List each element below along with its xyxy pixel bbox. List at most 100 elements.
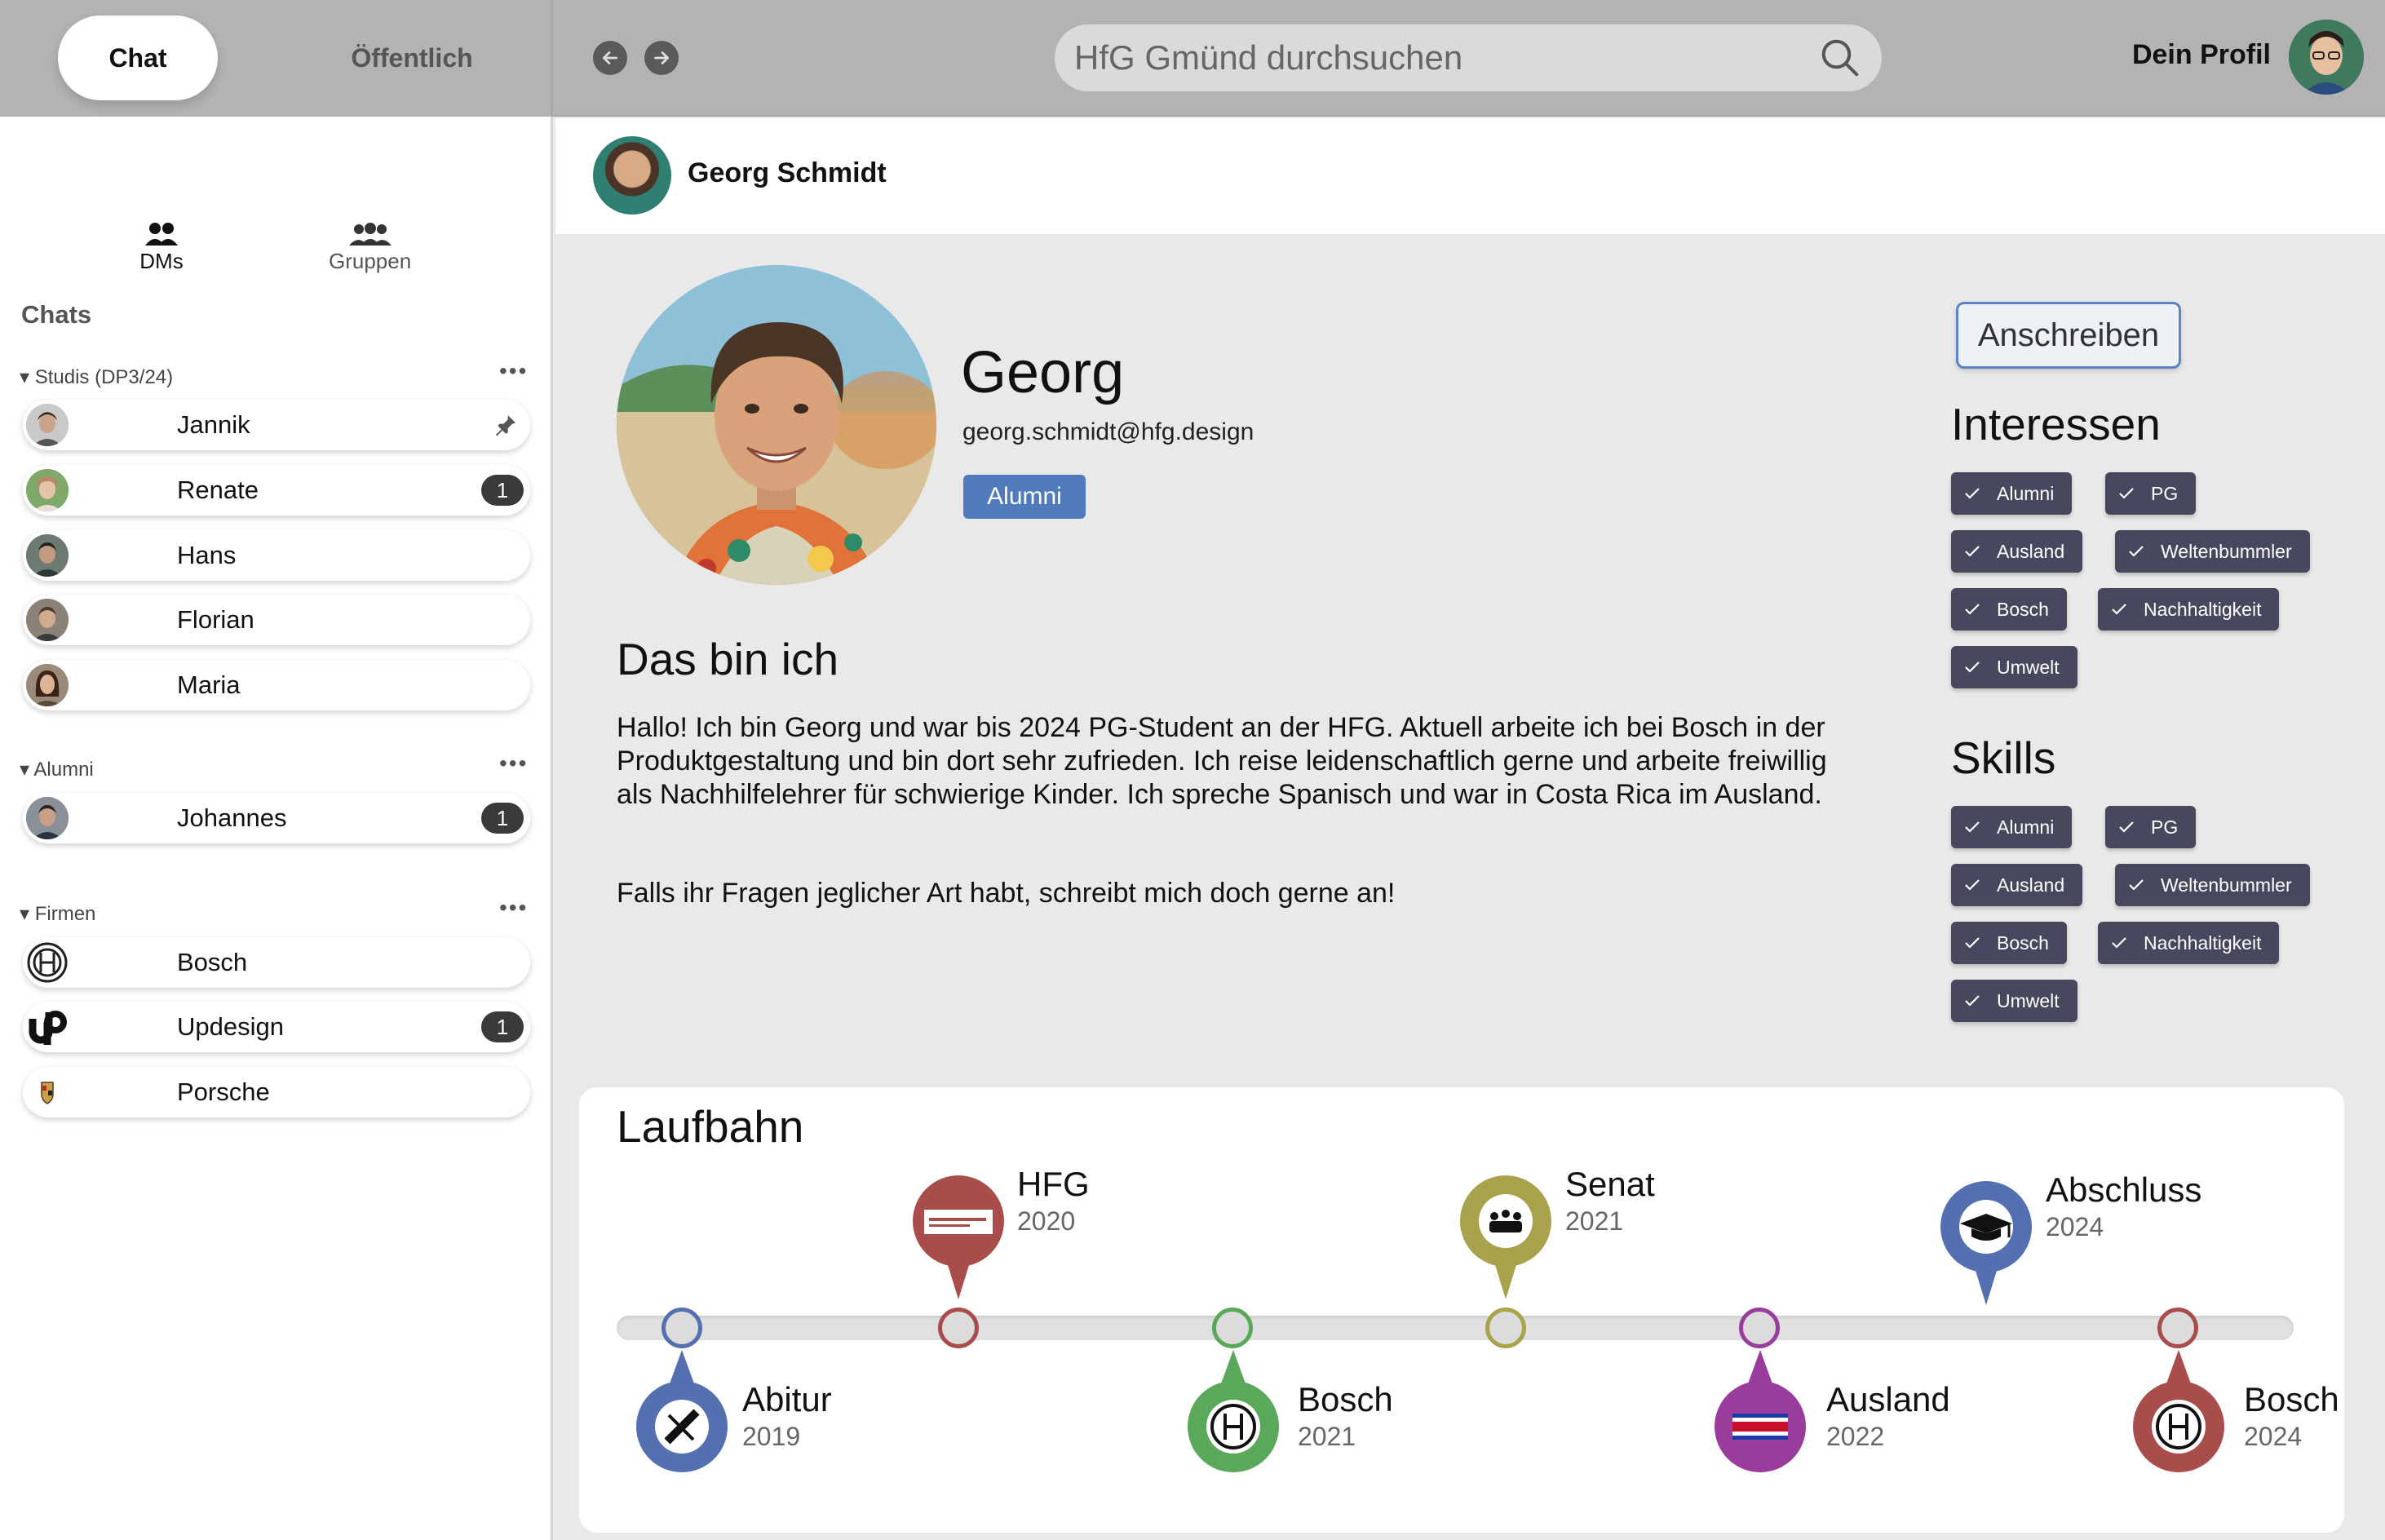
chat-item-porsche[interactable]: Porsche	[23, 1067, 530, 1117]
contact-avatar[interactable]	[593, 136, 671, 215]
interest-tag[interactable]: Umwelt	[1951, 646, 2077, 688]
tab-public[interactable]: Öffentlich	[318, 15, 506, 100]
skill-tag[interactable]: Alumni	[1951, 806, 2073, 848]
timeline-dot[interactable]	[938, 1308, 979, 1348]
event-label: Abschluss	[2046, 1170, 2202, 1209]
timeline-dot[interactable]	[662, 1308, 702, 1348]
search-icon[interactable]	[1818, 36, 1862, 80]
write-message-button[interactable]: Anschreiben	[1956, 302, 2181, 369]
event-label: Senat	[1565, 1165, 1655, 1203]
pin-icon[interactable]	[493, 412, 519, 438]
timeline-marker-senat[interactable]	[1460, 1175, 1551, 1299]
about-text-2: Falls ihr Fragen jeglicher Art habt, sch…	[617, 878, 1396, 909]
timeline-marker-abitur[interactable]	[636, 1350, 728, 1472]
sidebar: DMs Gruppen Chats ▾ Studis (DP3/24) ••• …	[0, 117, 553, 1540]
tab-dms[interactable]: DMs	[139, 221, 184, 274]
chat-item-maria[interactable]: Maria	[23, 660, 530, 710]
interest-tag[interactable]: Ausland	[1951, 530, 2083, 573]
timeline-marker-hfg[interactable]	[913, 1175, 1004, 1299]
check-icon	[2129, 879, 2144, 891]
skill-tag[interactable]: Umwelt	[1951, 980, 2077, 1022]
tab-groups[interactable]: Gruppen	[329, 221, 411, 274]
timeline-marker-abschluss[interactable]	[1940, 1181, 2032, 1305]
chat-item-florian[interactable]: Florian	[23, 595, 530, 645]
tag-label: Bosch	[1997, 932, 2049, 954]
chat-name: Maria	[177, 670, 241, 699]
unread-badge: 1	[481, 803, 524, 834]
chat-item-bosch[interactable]: Bosch	[23, 937, 530, 988]
skill-tag[interactable]: PG	[2105, 806, 2197, 848]
chat-item-updesign[interactable]: Updesign 1	[23, 1002, 530, 1052]
skill-tag[interactable]: Weltenbummler	[2115, 864, 2310, 906]
event-label: Bosch	[1298, 1380, 1393, 1418]
event-year: 2022	[1826, 1422, 1885, 1451]
tab-groups-label: Gruppen	[329, 249, 412, 273]
timeline-dot[interactable]	[1739, 1308, 1780, 1348]
bosch-logo-icon	[26, 941, 69, 984]
interest-tag[interactable]: Alumni	[1951, 472, 2073, 515]
group-title: Firmen	[34, 903, 96, 925]
chat-item-jannik[interactable]: Jannik	[23, 400, 530, 450]
tab-chat[interactable]: Chat	[58, 15, 218, 100]
bosch-icon	[1188, 1350, 1279, 1472]
search-bar	[1055, 24, 1882, 91]
event-label: Ausland	[1826, 1380, 1950, 1418]
chat-item-hans[interactable]: Hans	[23, 530, 530, 581]
timeline-dot[interactable]	[1485, 1308, 1526, 1348]
check-icon	[1965, 604, 1980, 615]
tag-label: Nachhaltigkeit	[2144, 598, 2262, 620]
tag-label: Ausland	[1997, 874, 2065, 896]
check-icon	[1965, 879, 1980, 891]
more-icon[interactable]: •••	[499, 358, 528, 384]
forward-button[interactable]	[644, 41, 679, 75]
interest-tag[interactable]: Nachhaltigkeit	[2098, 588, 2280, 631]
timeline-dot[interactable]	[1212, 1308, 1253, 1348]
tag-label: PG	[2151, 482, 2179, 504]
top-bar: Chat Öffentlich Dein Profil	[0, 0, 2385, 117]
group-header-alumni[interactable]: ▾ Alumni	[20, 758, 94, 781]
interest-tag[interactable]: Weltenbummler	[2115, 530, 2310, 573]
event-year: 2024	[2244, 1422, 2303, 1451]
updesign-logo-icon	[26, 1006, 69, 1048]
interest-tag[interactable]: PG	[2105, 472, 2197, 515]
avatar	[26, 404, 69, 446]
more-icon[interactable]: •••	[499, 895, 528, 921]
timeline-dot[interactable]	[2157, 1308, 2198, 1348]
skill-tag[interactable]: Ausland	[1951, 864, 2083, 906]
timeline-marker-bosch-2024[interactable]	[2133, 1350, 2224, 1472]
about-text: Hallo! Ich bin Georg und war bis 2024 PG…	[617, 712, 1827, 810]
chat-item-johannes[interactable]: Johannes 1	[23, 793, 530, 843]
check-icon	[2119, 488, 2134, 499]
event-year: 2024	[2046, 1212, 2104, 1241]
profile-label[interactable]: Dein Profil	[2132, 39, 2271, 71]
about-title: Das bin ich	[617, 634, 839, 684]
hfg-logo-icon	[913, 1175, 1004, 1299]
chat-name: Renate	[177, 476, 259, 504]
group-header-studis[interactable]: ▾ Studis (DP3/24)	[20, 365, 173, 389]
profile-email[interactable]: georg.schmidt@hfg.design	[962, 418, 1254, 446]
skill-tag[interactable]: Nachhaltigkeit	[2098, 922, 2280, 964]
tag-label: PG	[2151, 816, 2179, 838]
contact-name[interactable]: Georg Schmidt	[688, 157, 887, 189]
avatar	[26, 797, 69, 839]
tag-label: Weltenbummler	[2161, 540, 2292, 562]
check-icon	[2119, 821, 2134, 833]
skill-tag[interactable]: Bosch	[1951, 922, 2067, 964]
chat-item-renate[interactable]: Renate 1	[23, 465, 530, 516]
user-avatar[interactable]	[2289, 20, 2364, 95]
tag-label: Umwelt	[1997, 989, 2060, 1011]
chat-name: Florian	[177, 605, 254, 634]
tag-label: Bosch	[1997, 598, 2049, 620]
back-button[interactable]	[593, 41, 627, 75]
search-input[interactable]	[1074, 38, 1818, 77]
timeline-marker-bosch-2021[interactable]	[1188, 1350, 1279, 1472]
chats-title: Chats	[21, 300, 92, 329]
interest-tag[interactable]: Bosch	[1951, 588, 2067, 631]
porsche-logo-icon	[26, 1071, 69, 1113]
tab-dms-label: DMs	[139, 249, 184, 273]
group-header-firmen[interactable]: ▾ Firmen	[20, 902, 95, 926]
more-icon[interactable]: •••	[499, 750, 528, 777]
timeline-track	[617, 1316, 2294, 1340]
timeline-marker-ausland[interactable]	[1715, 1350, 1806, 1472]
unread-badge: 1	[481, 475, 524, 506]
